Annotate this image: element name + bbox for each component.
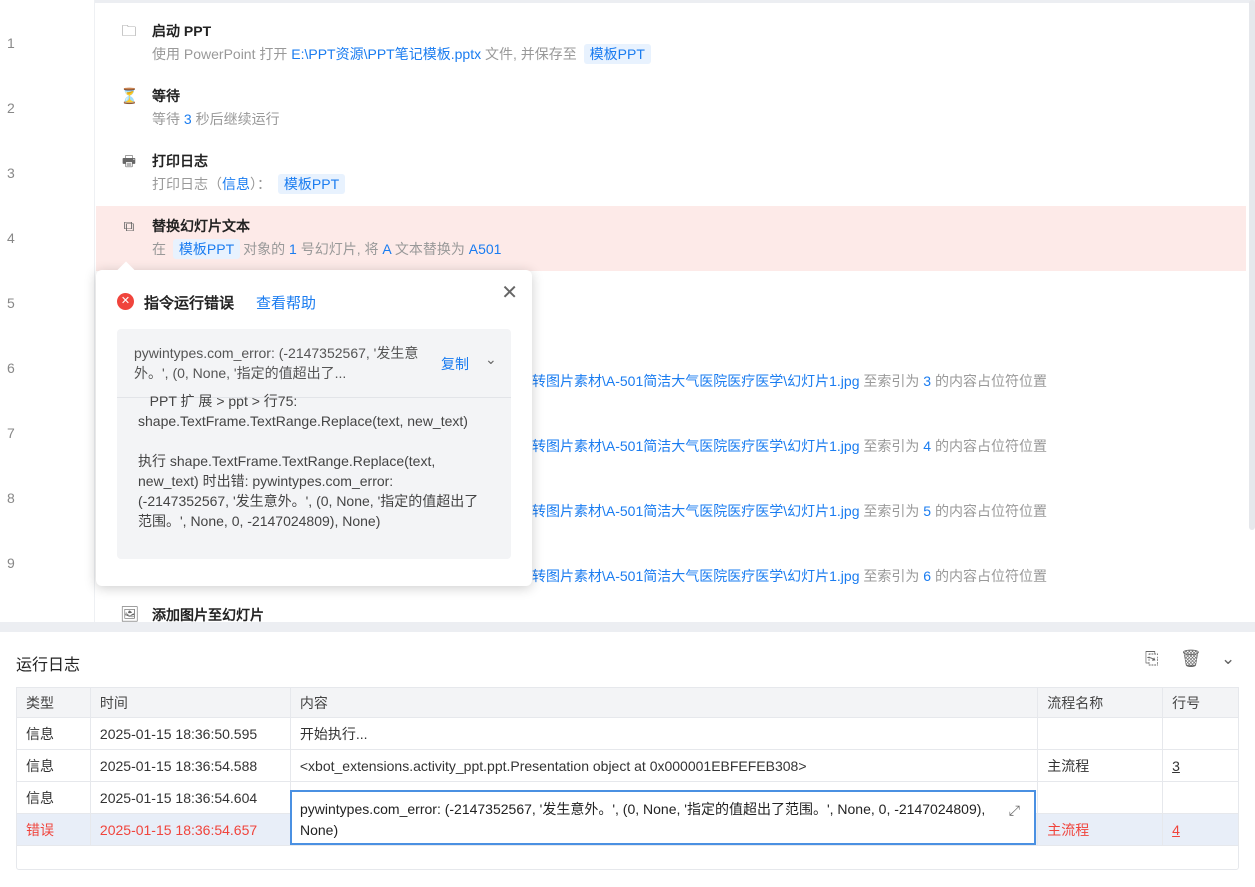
table-row[interactable]: 信息 2025-01-15 18:36:54.588 <xbot_extensi… <box>16 749 1239 782</box>
chevron-up-icon[interactable]: ⌄ <box>485 351 497 368</box>
line-number: 9 <box>7 555 15 571</box>
line-number: 2 <box>7 100 15 116</box>
step-desc: 使用 PowerPoint 打开 E:\PPT资源\PPT笔记模板.pptx 文… <box>152 44 654 64</box>
step-launch-ppt[interactable]: 🗀 启动 PPT 使用 PowerPoint 打开 E:\PPT资源\PPT笔记… <box>96 11 1246 76</box>
hourglass-icon: ⏳ <box>120 88 139 105</box>
step-print-log[interactable]: 🖶 打印日志 打印日志（信息）： 模板PPT <box>96 141 1246 206</box>
expand-icon[interactable]: ⤢ <box>1009 800 1020 821</box>
step-title: 添加图片至幻灯片 <box>152 607 264 622</box>
col-type: 类型 <box>16 687 91 718</box>
folder-icon: 🗀 <box>121 23 137 40</box>
cell-content-editor[interactable]: pywintypes.com_error: (-2147352567, '发生意… <box>290 790 1036 845</box>
error-details-box: pywintypes.com_error: (-2147352567, '发生意… <box>117 329 511 559</box>
log-title: 运行日志 <box>16 657 81 674</box>
cell-content: <xbot_extensions.activity_ppt.ppt.Presen… <box>289 749 1039 782</box>
line-number: 8 <box>7 490 15 506</box>
chevron-down-icon[interactable]: ⌄ <box>1221 649 1235 669</box>
col-flow: 流程名称 <box>1037 687 1164 718</box>
step-title: 启动 PPT <box>152 23 212 39</box>
top-divider <box>95 0 1255 3</box>
table-row[interactable]: 信息 2025-01-15 18:36:50.595 开始执行... <box>16 717 1239 750</box>
col-time: 时间 <box>89 687 291 718</box>
error-summary: pywintypes.com_error: (-2147352567, '发生意… <box>134 345 419 381</box>
line-number: 4 <box>7 230 15 246</box>
col-line: 行号 <box>1162 687 1239 718</box>
cell-line <box>1162 781 1239 814</box>
step-replace-slide-text[interactable]: ⧉ 替换幻灯片文本 在 模板PPT 对象的 1 号幻灯片, 将 A 文本替换为 A… <box>96 206 1246 271</box>
step-title: 替换幻灯片文本 <box>152 218 250 234</box>
cell-type: 信息 <box>16 749 91 782</box>
error-detail: PPT 扩 展 > ppt > 行75: shape.TextFrame.Tex… <box>138 393 479 529</box>
step-title: 等待 <box>152 88 180 104</box>
image-icon: 🖼 <box>120 606 140 622</box>
cell-time: 2025-01-15 18:36:54.588 <box>89 749 291 782</box>
printer-icon: 🖶 <box>121 153 137 170</box>
cell-flow <box>1037 717 1164 750</box>
table-header: 类型 时间 内容 流程名称 行号 <box>16 687 1239 718</box>
export-icon[interactable]: ⎘ <box>1145 649 1159 669</box>
line-number: 6 <box>7 360 15 376</box>
cell-type: 信息 <box>16 717 91 750</box>
cell-line <box>1162 717 1239 750</box>
step-title: 打印日志 <box>152 153 208 169</box>
line-number: 5 <box>7 295 15 311</box>
trash-icon[interactable]: 🗑 <box>1180 649 1202 669</box>
col-content: 内容 <box>289 687 1039 718</box>
step-add-image[interactable]: 🖼 添加图片至幻灯片 <box>96 600 1246 622</box>
cell-flow: 主流程 <box>1037 749 1164 782</box>
cell-flow: 主流程 <box>1037 813 1164 846</box>
error-icon: ✕ <box>117 293 134 310</box>
copy-button[interactable]: 复制 <box>441 354 469 374</box>
step-desc-partial: 转图片素材\A-501简洁大气医院医疗医学\幻灯片1.jpg 至索引为 3 的内… <box>532 373 1047 389</box>
cell-content: 开始执行... <box>289 717 1039 750</box>
close-icon[interactable]: ✕ <box>501 280 518 305</box>
step-desc-partial: 转图片素材\A-501简洁大气医院医疗医学\幻灯片1.jpg 至索引为 6 的内… <box>532 568 1047 584</box>
cell-time: 2025-01-15 18:36:50.595 <box>89 717 291 750</box>
error-popup: ✕ 指令运行错误 查看帮助 ✕ pywintypes.com_error: (-… <box>96 261 532 586</box>
line-number-gutter: 1 2 3 4 5 6 7 8 9 <box>0 0 95 622</box>
step-desc-partial: 转图片素材\A-501简洁大气医院医疗医学\幻灯片1.jpg 至索引为 4 的内… <box>532 438 1047 454</box>
step-wait[interactable]: ⏳ 等待 等待 3 秒后继续运行 <box>96 76 1246 141</box>
view-help-link[interactable]: 查看帮助 <box>256 292 316 313</box>
line-link[interactable]: 3 <box>1172 758 1180 774</box>
line-number: 1 <box>7 35 15 51</box>
step-desc: 等待 3 秒后继续运行 <box>152 111 280 127</box>
popup-title: 指令运行错误 <box>144 295 235 312</box>
cell-time: 2025-01-15 18:36:54.657 <box>89 813 291 846</box>
cell-time: 2025-01-15 18:36:54.604 <box>89 781 291 814</box>
line-link[interactable]: 4 <box>1172 822 1180 838</box>
step-desc: 打印日志（信息）： 模板PPT <box>152 174 348 194</box>
cell-flow <box>1037 781 1164 814</box>
editor-text: pywintypes.com_error: (-2147352567, '发生意… <box>300 801 986 838</box>
step-desc-partial: 转图片素材\A-501简洁大气医院医疗医学\幻灯片1.jpg 至索引为 5 的内… <box>532 503 1047 519</box>
replace-text-icon: ⧉ <box>123 218 135 235</box>
step-desc: 在 模板PPT 对象的 1 号幻灯片, 将 A 文本替换为 A501 <box>152 239 502 259</box>
line-number: 3 <box>7 165 15 181</box>
panel-splitter[interactable] <box>0 622 1255 632</box>
scrollbar[interactable] <box>1249 0 1255 530</box>
line-number: 7 <box>7 425 15 441</box>
cell-type: 信息 <box>16 781 91 814</box>
cell-type: 错误 <box>16 813 91 846</box>
